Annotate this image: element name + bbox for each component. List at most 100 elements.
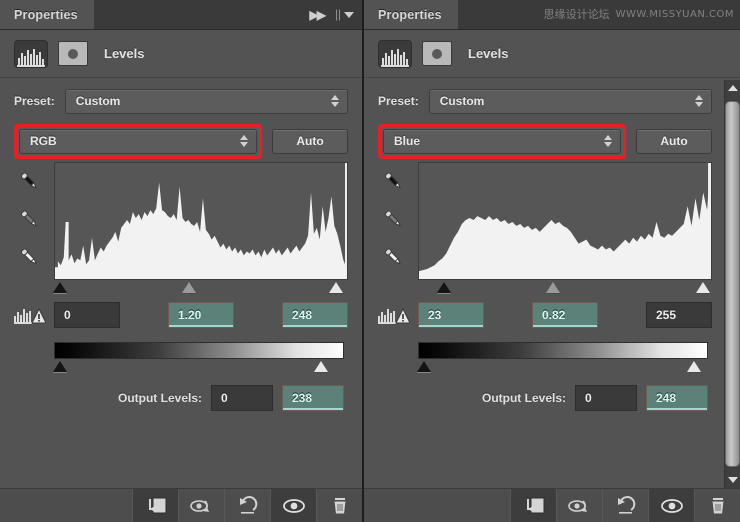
watermark-text: 思缘设计论坛 WWW.MISSYUAN.COM <box>544 4 734 24</box>
reset-button-left[interactable] <box>224 489 270 522</box>
clip-to-layer-button-right[interactable] <box>510 489 556 522</box>
input-gray-slider-right[interactable] <box>546 282 561 293</box>
input-white-slider-left[interactable] <box>329 282 344 293</box>
channel-stepper-icon[interactable] <box>604 135 612 147</box>
preset-select-left[interactable]: Custom <box>64 88 348 114</box>
auto-button-left[interactable]: Auto <box>272 128 348 154</box>
collapse-to-icons-icon[interactable]: ▶▶ <box>310 8 327 22</box>
histogram-blue[interactable] <box>418 162 712 280</box>
trash-icon <box>710 497 725 514</box>
scroll-up-arrow-icon[interactable] <box>727 80 738 96</box>
input-white-field-right[interactable]: 255 <box>646 302 712 328</box>
channel-row-right: Blue Auto <box>378 120 712 162</box>
panel-vertical-scrollbar[interactable] <box>724 80 740 488</box>
white-point-eyedropper-icon[interactable] <box>17 246 41 270</box>
output-levels-row-right: Output Levels: 0 248 <box>378 385 712 411</box>
gray-point-eyedropper-icon[interactable] <box>381 208 405 232</box>
histogram-rgb[interactable] <box>54 162 348 280</box>
tab-bar-filler-right: 思缘设计论坛 WWW.MISSYUAN.COM <box>457 0 740 29</box>
preset-value-right: Custom <box>439 94 485 108</box>
input-levels-row-left: 0 1.20 248 <box>14 302 348 328</box>
histogram-area-left <box>14 162 348 296</box>
clip-to-layer-icon <box>526 497 544 513</box>
preset-value-left: Custom <box>75 94 121 108</box>
histogram-icon <box>378 39 412 68</box>
channel-value-right: Blue <box>394 134 421 148</box>
toggle-visibility-button-right[interactable] <box>648 489 694 522</box>
output-gradient-bar-right <box>418 342 708 359</box>
output-white-field-right[interactable]: 248 <box>646 385 708 411</box>
layer-mask-thumbnail-icon[interactable] <box>422 41 452 66</box>
auto-button-right[interactable]: Auto <box>636 128 712 154</box>
preset-select-right[interactable]: Custom <box>428 88 712 114</box>
output-black-field-left[interactable]: 0 <box>211 385 273 411</box>
delete-layer-button-right[interactable] <box>694 489 740 522</box>
panel-menu-icon[interactable] <box>344 11 354 18</box>
output-gradient-wrap-right <box>378 342 712 375</box>
input-black-field-left[interactable]: 0 <box>54 302 120 328</box>
input-slider-track-left[interactable] <box>53 282 348 296</box>
tab-properties-left[interactable]: Properties <box>0 0 94 29</box>
channel-select-left[interactable]: RGB <box>19 128 257 154</box>
layer-mask-thumbnail-icon[interactable] <box>58 41 88 66</box>
scrollbar-thumb[interactable] <box>725 101 740 467</box>
input-black-slider-left[interactable] <box>53 282 67 293</box>
histogram-icon <box>14 39 48 68</box>
preset-row-left: Preset: Custom <box>14 78 348 120</box>
toggle-visibility-button-left[interactable] <box>270 489 316 522</box>
adjustment-title-left: Levels <box>104 46 145 61</box>
scroll-down-arrow-icon[interactable] <box>727 472 738 488</box>
tab-label: Properties <box>14 7 78 22</box>
input-gray-slider-left[interactable] <box>182 282 197 293</box>
black-point-eyedropper-icon[interactable] <box>381 170 405 194</box>
preset-stepper-icon[interactable] <box>695 95 703 107</box>
histogram-area-right <box>378 162 712 296</box>
clip-to-layer-button-left[interactable] <box>132 489 178 522</box>
trash-icon <box>332 497 347 514</box>
black-point-eyedropper-icon[interactable] <box>17 170 41 194</box>
output-black-slider-left[interactable] <box>53 361 67 372</box>
panel-body-right: Preset: Custom Blue Auto 23 0.82 255 Out… <box>364 78 740 411</box>
output-black-slider-right[interactable] <box>417 361 431 372</box>
channel-select-right[interactable]: Blue <box>383 128 621 154</box>
channel-stepper-icon[interactable] <box>240 135 248 147</box>
properties-panel-right: Properties 思缘设计论坛 WWW.MISSYUAN.COM Level… <box>362 0 740 522</box>
white-point-eyedropper-icon[interactable] <box>381 246 405 270</box>
reset-button-right[interactable] <box>602 489 648 522</box>
adjustment-toolbar-right <box>364 488 740 522</box>
output-white-slider-right[interactable] <box>686 361 701 372</box>
input-white-value-left: 248 <box>292 308 313 322</box>
output-slider-track-right[interactable] <box>417 361 708 375</box>
eyedropper-tools-right <box>378 162 408 296</box>
view-previous-state-button-left[interactable] <box>178 489 224 522</box>
preset-row-right: Preset: Custom <box>378 78 712 120</box>
delete-layer-button-left[interactable] <box>316 489 362 522</box>
toggle-previous-state-icon <box>189 499 209 512</box>
preset-label-left: Preset: <box>14 94 55 108</box>
panel-body-left: Preset: Custom RGB Auto 0 1.20 248 Outpu… <box>0 78 362 411</box>
panel-grip-icon[interactable] <box>336 9 340 20</box>
mask-dot <box>432 48 442 59</box>
tab-properties-right[interactable]: Properties <box>364 0 458 29</box>
output-white-field-left[interactable]: 238 <box>282 385 344 411</box>
input-white-field-left[interactable]: 248 <box>282 302 348 328</box>
gray-point-eyedropper-icon[interactable] <box>17 208 41 232</box>
input-black-slider-right[interactable] <box>437 282 452 293</box>
output-black-value-right: 0 <box>585 391 592 405</box>
view-previous-state-button-right[interactable] <box>556 489 602 522</box>
input-gamma-field-left[interactable]: 1.20 <box>168 302 234 328</box>
output-slider-track-left[interactable] <box>53 361 344 375</box>
input-level-fields-right: 23 0.82 255 <box>414 302 712 328</box>
output-white-slider-left[interactable] <box>313 361 328 372</box>
input-slider-track-right[interactable] <box>418 282 712 296</box>
input-white-slider-right[interactable] <box>696 282 711 293</box>
output-black-field-right[interactable]: 0 <box>575 385 637 411</box>
input-black-field-right[interactable]: 23 <box>418 302 484 328</box>
output-black-value-left: 0 <box>221 391 228 405</box>
input-level-fields-left: 0 1.20 248 <box>50 302 348 328</box>
preset-stepper-icon[interactable] <box>331 95 339 107</box>
input-gamma-field-right[interactable]: 0.82 <box>532 302 598 328</box>
scrollbar-track[interactable] <box>725 96 740 472</box>
toolbar-spacer-left <box>0 489 132 522</box>
tab-label: Properties <box>378 7 442 22</box>
